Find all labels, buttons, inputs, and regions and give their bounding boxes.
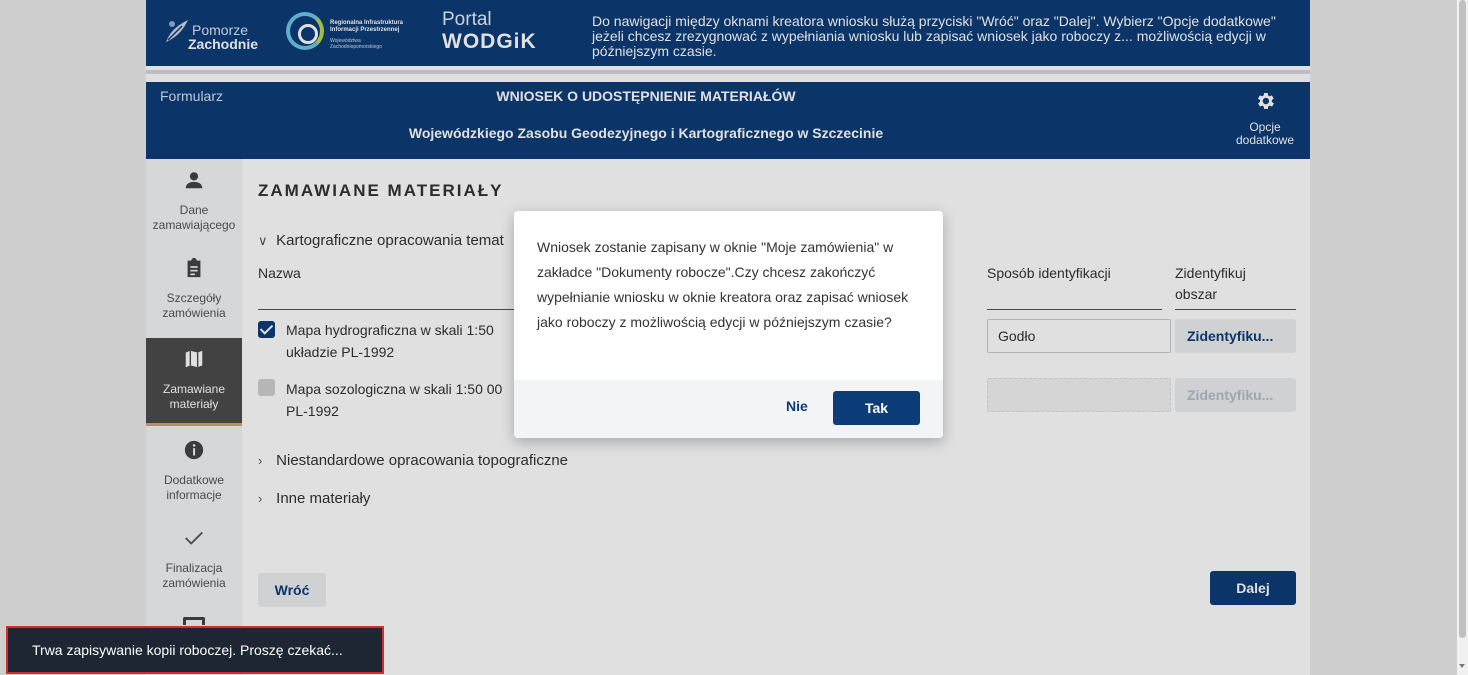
dialog-footer: Nie Tak	[514, 380, 943, 438]
dialog-message: Wniosek zostanie zapisany w oknie "Moje …	[537, 239, 909, 330]
toast-message: Trwa zapisywanie kopii roboczej. Proszę …	[32, 642, 343, 658]
save-draft-dialog: Wniosek zostanie zapisany w oknie "Moje …	[514, 211, 943, 438]
scroll-down-arrow-icon[interactable]	[1459, 664, 1465, 668]
scrollbar-thumb[interactable]	[1459, 0, 1466, 638]
yes-button[interactable]: Tak	[833, 391, 920, 425]
saving-toast: Trwa zapisywanie kopii roboczej. Proszę …	[6, 626, 384, 674]
no-button[interactable]: Nie	[786, 398, 808, 414]
page-scrollbar[interactable]	[1457, 0, 1468, 675]
